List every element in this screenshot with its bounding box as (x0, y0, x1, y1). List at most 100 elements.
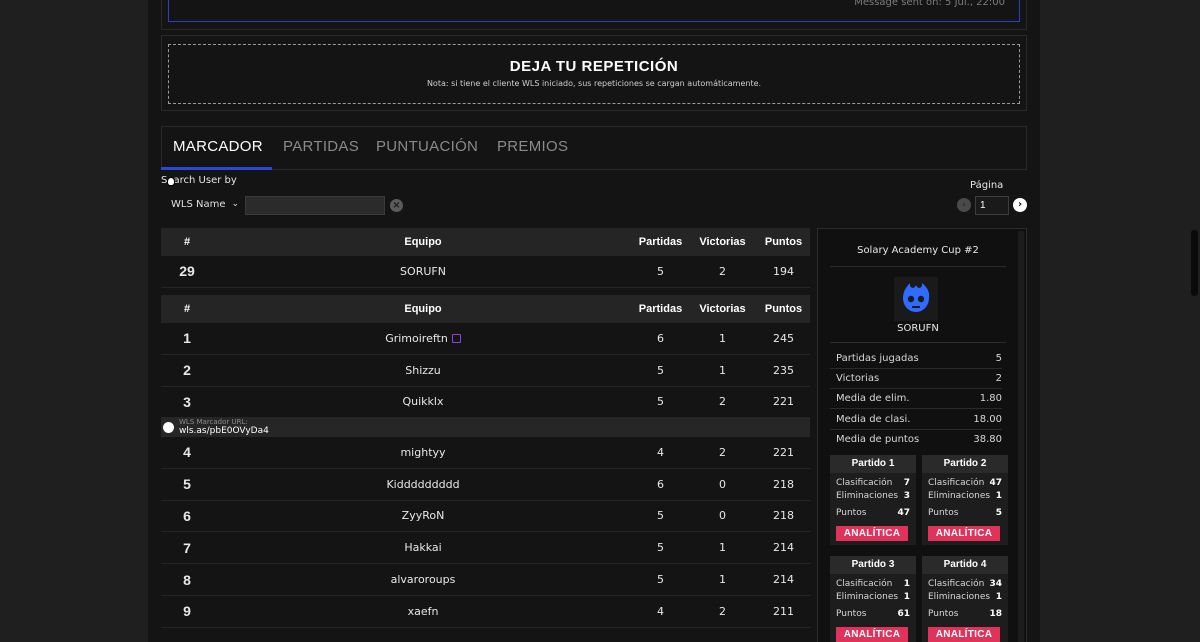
stat-row: Media de clasi. 18.00 (830, 410, 1002, 430)
points-cell: 211 (773, 604, 794, 618)
mouse-cursor-icon (167, 177, 175, 186)
table-row[interactable]: 7 Hakkai 5 1 214 (161, 532, 810, 565)
rank-cell: 29 (179, 263, 195, 280)
table-row[interactable]: 2 Shizzu 5 1 235 (161, 355, 810, 387)
team-cell: mightyy (400, 445, 446, 459)
analytics-button[interactable]: ANALÍTICA (836, 627, 908, 642)
points-cell: 221 (773, 395, 794, 409)
team-detail-panel: Solary Academy Cup #2 SORUFN Partidas ju… (817, 228, 1027, 642)
match-points-value: 18 (989, 609, 1002, 619)
match-card: Partido 3 Clasificación 1 Eliminaciones 1 … (830, 556, 916, 642)
table-row[interactable]: 4 mightyy 4 2 221 (161, 437, 810, 469)
clear-icon[interactable]: × (390, 199, 403, 212)
match-card: Partido 1 Clasificación 7 Eliminaciones 3 … (830, 455, 916, 545)
matches-cell: 6 (657, 477, 664, 491)
table-row[interactable]: 1 Grimoireftn 6 1 245 (161, 323, 810, 355)
match-points-line: Puntos 47 (830, 508, 916, 521)
team-name: Grimoireftn (385, 331, 448, 345)
points-cell: 218 (773, 477, 794, 491)
rank-cell: 3 (183, 393, 191, 410)
twitch-icon[interactable] (451, 334, 461, 344)
stat-row: Victorias 2 (830, 369, 1002, 389)
scoreboard-url-link[interactable]: wls.as/pbE0OVyDa4 (179, 426, 269, 436)
match-points-value: 5 (995, 508, 1002, 518)
match-elims-line: Eliminaciones 1 (922, 491, 1008, 504)
active-tab-indicator (161, 167, 272, 170)
detail-scrollbar[interactable] (1018, 231, 1024, 642)
matches-cell: 5 (657, 509, 664, 523)
search-input[interactable] (245, 196, 385, 215)
match-place-value: 7 (903, 478, 910, 488)
col-wins-header: Victorias (699, 236, 746, 248)
page-scrollbar[interactable] (1191, 230, 1198, 296)
table-row[interactable]: 9 xaefn 4 2 211 (161, 596, 810, 628)
table-row[interactable]: 5 Kiddddddddd 6 0 218 (161, 469, 810, 501)
table-row[interactable]: 6 ZyyRoN 5 0 218 (161, 501, 810, 533)
stat-row: Media de elim. 1.80 (830, 389, 1002, 409)
match-elims-line: Eliminaciones 1 (922, 592, 1008, 605)
tab-marcador[interactable]: MARCADOR (173, 138, 263, 155)
wins-cell: 2 (719, 445, 726, 459)
match-title: Partido 2 (922, 455, 1008, 473)
flame-skull-icon (903, 283, 930, 312)
wins-cell: 1 (719, 573, 726, 587)
points-cell: 221 (773, 445, 794, 459)
tab-puntuacion[interactable]: PUNTUACIÓN (376, 138, 478, 155)
analytics-button[interactable]: ANALÍTICA (836, 526, 908, 541)
stat-value: 38.80 (973, 434, 1002, 445)
team-logo (894, 277, 938, 321)
matches-cell: 4 (657, 604, 664, 618)
matches-cell: 4 (657, 445, 664, 459)
match-elims-value: 1 (995, 490, 1002, 501)
right-backdrop (1040, 0, 1200, 642)
analytics-button[interactable]: ANALÍTICA (928, 526, 1000, 541)
wins-cell: 1 (719, 363, 726, 377)
team-cell: alvaroroups (390, 573, 456, 587)
match-points-value: 47 (897, 508, 910, 518)
team-cell: Grimoireftn (213, 332, 633, 345)
wins-cell: 2 (719, 264, 726, 278)
match-title: Partido 3 (830, 556, 916, 574)
page-prev-icon[interactable]: ‹ (957, 198, 971, 212)
tab-premios[interactable]: PREMIOS (497, 138, 568, 155)
match-points-label: Puntos (928, 508, 959, 518)
replay-dropzone[interactable]: DEJA TU REPETICIÓN Nota: si tiene el cli… (168, 44, 1020, 104)
own-team-row[interactable]: 29 SORUFN 5 2 194 (161, 256, 810, 288)
analytics-button[interactable]: ANALÍTICA (928, 627, 1000, 642)
table-row[interactable]: 3 Quikklx 5 2 221 (161, 387, 810, 419)
wins-cell: 2 (719, 604, 726, 618)
stat-value: 5 (995, 353, 1002, 364)
match-place-value: 34 (989, 579, 1002, 589)
team-cell: Kiddddddddd (386, 477, 460, 491)
match-elims-value: 1 (903, 591, 910, 602)
tab-partidas[interactable]: PARTIDAS (283, 138, 359, 155)
table-row[interactable]: 8 alvaroroups 5 1 214 (161, 564, 810, 596)
stat-label: Media de elim. (836, 393, 910, 404)
points-cell: 214 (773, 573, 794, 587)
scoreboard-url-caption: WLS Marcador URL: (179, 418, 248, 426)
own-team-table: # Equipo Partidas Victorias Puntos 29 SO… (161, 228, 810, 288)
stat-label: Media de clasi. (836, 414, 911, 425)
wins-cell: 1 (719, 331, 726, 345)
search-by-select[interactable]: WLS Name ⌄ (165, 196, 243, 215)
rank-cell: 9 (183, 603, 191, 620)
match-place-value: 47 (989, 478, 1002, 488)
match-title: Partido 1 (830, 455, 916, 473)
match-points-label: Puntos (836, 609, 867, 619)
match-title: Partido 4 (922, 556, 1008, 574)
wins-cell: 1 (719, 541, 726, 555)
wins-cell: 2 (719, 395, 726, 409)
match-points-line: Puntos 18 (922, 609, 1008, 622)
page-number-input[interactable] (975, 196, 1009, 215)
search-by-value: WLS Name (171, 199, 226, 210)
match-elims-value: 1 (995, 591, 1002, 602)
match-place-label: Clasificación (928, 478, 985, 488)
match-points-label: Puntos (928, 609, 959, 619)
match-points-value: 61 (897, 609, 910, 619)
match-elims-line: Eliminaciones 3 (830, 491, 916, 504)
wins-cell: 0 (719, 509, 726, 523)
match-points-line: Puntos 5 (922, 508, 1008, 521)
divider (830, 342, 1006, 343)
page-next-icon[interactable]: › (1013, 198, 1027, 212)
matches-cell: 5 (657, 363, 664, 377)
